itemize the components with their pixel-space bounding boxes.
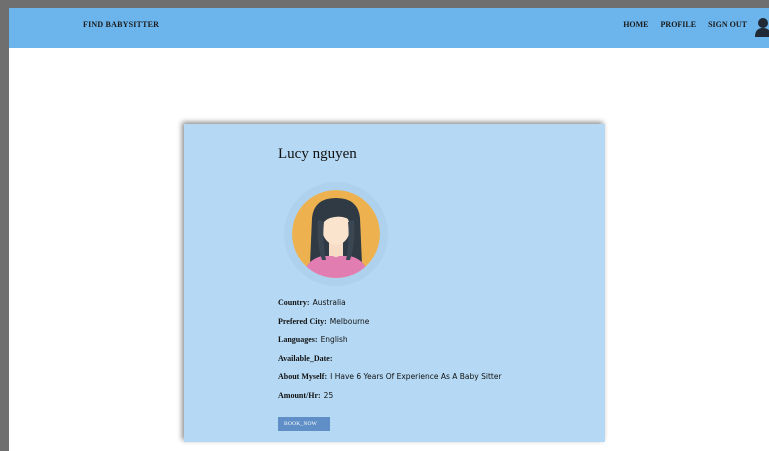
- detail-label: Amount/Hr:: [278, 390, 321, 400]
- detail-value: I Have 6 Years Of Experience As A Baby S…: [330, 372, 502, 381]
- book-now-button[interactable]: BOOK_NOW: [278, 417, 330, 431]
- user-icon[interactable]: [755, 17, 769, 37]
- detail-row-available-date: Available_Date:: [278, 354, 502, 373]
- detail-row-city: Prefered City: Melbourne: [278, 317, 502, 336]
- page-viewport: FIND BABYSITTER HOME PROFILE SIGN OUT Lu…: [9, 8, 769, 451]
- detail-label: Country:: [278, 298, 310, 307]
- brand-link[interactable]: FIND BABYSITTER: [83, 20, 159, 29]
- detail-row-amount: Amount/Hr: 25: [278, 391, 502, 410]
- detail-value: English: [320, 335, 348, 344]
- profile-details: Country: Australia Prefered City: Melbourn…: [278, 298, 502, 409]
- detail-value: Melbourne: [329, 316, 370, 326]
- detail-row-about: About Myself: I Have 6 Years Of Experienc…: [278, 372, 502, 391]
- detail-label: Prefered City:: [278, 316, 327, 326]
- detail-label: About Myself:: [278, 372, 328, 381]
- female-avatar-icon: [292, 190, 380, 278]
- nav-links: HOME PROFILE SIGN OUT: [623, 20, 747, 29]
- babysitter-profile-card: Lucy nguyen Country: Australia Prefered C…: [184, 124, 605, 442]
- detail-row-languages: Languages: English: [278, 335, 502, 354]
- detail-value: Australia: [312, 298, 346, 307]
- detail-label: Available_Date:: [278, 353, 333, 363]
- profile-name: Lucy nguyen: [278, 146, 357, 162]
- top-navbar: FIND BABYSITTER HOME PROFILE SIGN OUT: [9, 8, 769, 48]
- nav-profile-link[interactable]: PROFILE: [661, 20, 697, 29]
- nav-home-link[interactable]: HOME: [623, 20, 648, 29]
- detail-value: 25: [323, 390, 334, 400]
- nav-sign-out-link[interactable]: SIGN OUT: [708, 20, 747, 29]
- detail-label: Languages:: [278, 335, 318, 344]
- detail-row-country: Country: Australia: [278, 298, 502, 317]
